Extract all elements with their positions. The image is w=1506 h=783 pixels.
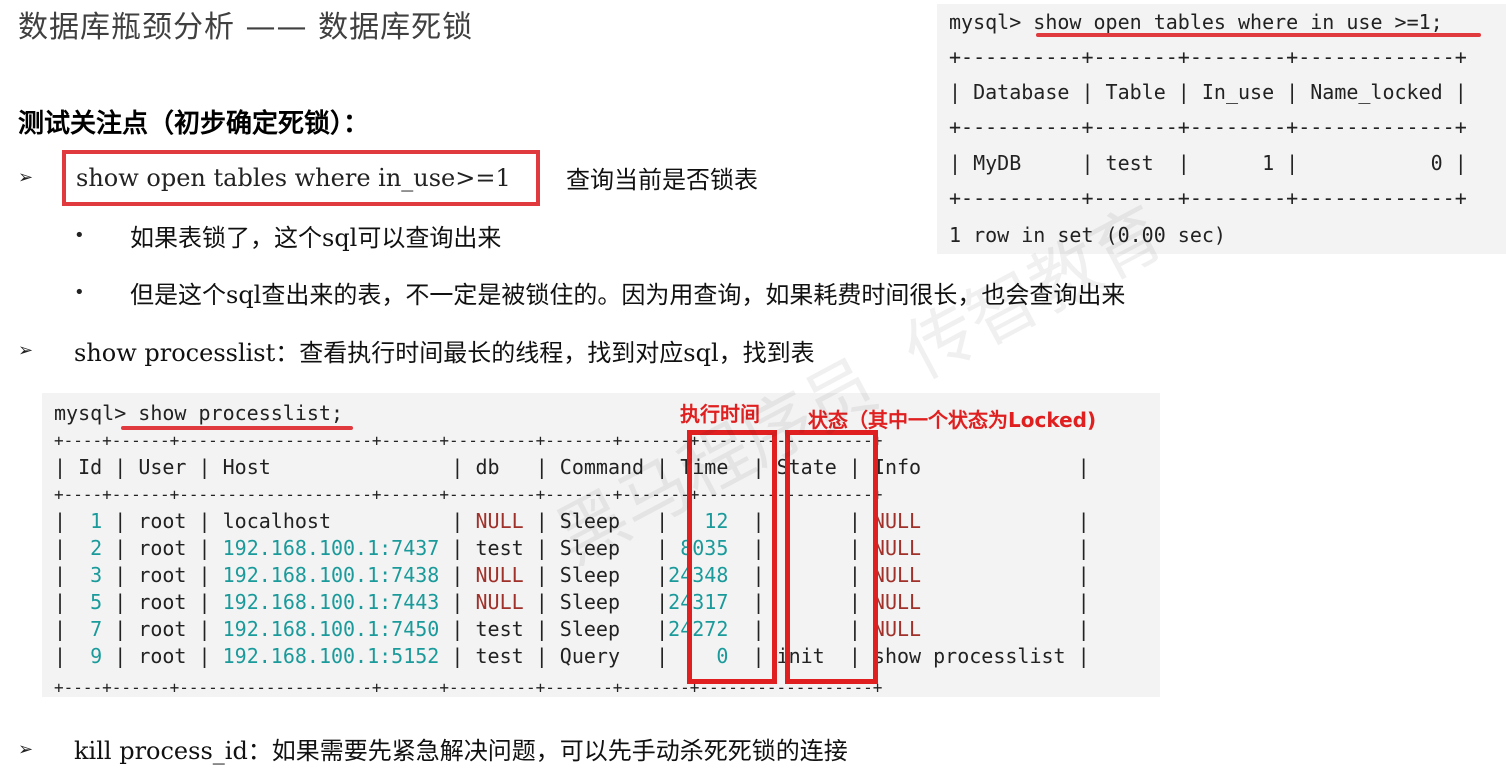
cell-info: NULL <box>872 590 1066 614</box>
cell-db: test <box>475 617 524 641</box>
col-host: Host <box>222 455 271 479</box>
terminal-processlist: mysql> show processlist; +----+------+--… <box>42 393 1160 697</box>
cell-db: NULL <box>475 590 524 614</box>
cell-info: NULL <box>872 509 1066 533</box>
table-border: +----------+-------+--------+-----------… <box>949 186 1467 210</box>
col-db: db <box>475 455 500 479</box>
dot-bullet: • <box>74 282 85 303</box>
col-user: User <box>138 455 187 479</box>
terminal-command: show processlist; <box>138 401 343 425</box>
cell-user: root <box>138 563 187 587</box>
table-row: | MyDB | test | 1 | 0 | <box>949 151 1467 175</box>
col-info: Info <box>872 455 922 479</box>
cell-host: localhost <box>222 509 440 533</box>
arrow-bullet: ➢ <box>18 167 34 188</box>
table-row: | 2 | root | 192.168.100.1:7437 | test |… <box>54 536 1090 560</box>
time-highlight-box <box>687 430 777 684</box>
cell-id: 3 <box>78 563 103 587</box>
cell-id: 9 <box>78 644 103 668</box>
cell-db: NULL <box>475 563 524 587</box>
table-border: +----------+-------+--------+-----------… <box>949 115 1467 139</box>
cell-command: Sleep <box>559 536 645 560</box>
cell-info: NULL <box>872 563 1066 587</box>
cell-user: root <box>138 590 187 614</box>
table-row: | 7 | root | 192.168.100.1:7450 | test |… <box>54 617 1090 641</box>
table-row: | 1 | root | localhost | NULL | Sleep | … <box>54 509 1090 533</box>
arrow-bullet: ➢ <box>18 739 34 760</box>
cell-db: test <box>475 536 524 560</box>
cell-host: 192.168.100.1:7443 <box>222 590 440 614</box>
cell-id: 7 <box>78 617 103 641</box>
arrow-bullet: ➢ <box>18 340 34 361</box>
col-command: Command <box>559 455 645 479</box>
terminal-open-tables: mysql> show open tables where in_use >=1… <box>937 4 1506 254</box>
cell-id: 2 <box>78 536 103 560</box>
table-row: | 9 | root | 192.168.100.1:5152 | test |… <box>54 644 1090 668</box>
cell-command: Sleep <box>559 590 645 614</box>
cell-user: root <box>138 617 187 641</box>
section-heading: 测试关注点（初步确定死锁）： <box>18 109 370 139</box>
cell-command: Sleep <box>559 617 645 641</box>
cell-db: NULL <box>475 509 524 533</box>
cell-command: Sleep <box>559 509 645 533</box>
page-title: 数据库瓶颈分析 —— 数据库死锁 <box>18 10 474 45</box>
cell-command: Query <box>559 644 645 668</box>
cell-host: 192.168.100.1:5152 <box>222 644 440 668</box>
table-header: | Database | Table | In_use | Name_locke… <box>949 80 1467 104</box>
highlighted-command: show open tables where in_use>=1 <box>62 150 540 206</box>
cell-info: NULL <box>872 617 1066 641</box>
cell-host: 192.168.100.1:7450 <box>222 617 440 641</box>
mysql-prompt: mysql> <box>54 401 127 425</box>
state-highlight-box <box>785 430 878 684</box>
cell-db: test <box>475 644 524 668</box>
command-description: 查询当前是否锁表 <box>566 166 758 194</box>
state-annotation: 状态（其中一个状态为Locked) <box>808 408 1097 432</box>
mysql-prompt: mysql> <box>949 10 1022 34</box>
cell-info: NULL <box>872 536 1066 560</box>
time-annotation: 执行时间 <box>680 402 760 426</box>
terminal-command: show open tables where in_use >=1; <box>1033 10 1443 34</box>
table-border: +----------+-------+--------+-----------… <box>949 45 1467 69</box>
cell-host: 192.168.100.1:7437 <box>222 536 440 560</box>
cell-id: 1 <box>78 509 103 533</box>
result-footer: 1 row in set (0.00 sec) <box>949 223 1226 247</box>
bullet-text: 但是这个sql查出来的表，不一定是被锁住的。因为用查询，如果耗费时间很长，也会查… <box>130 281 1126 309</box>
table-row: | 5 | root | 192.168.100.1:7443 | NULL |… <box>54 590 1090 614</box>
cell-user: root <box>138 536 187 560</box>
cell-command: Sleep <box>559 563 645 587</box>
cell-host: 192.168.100.1:7438 <box>222 563 440 587</box>
item-text: show processlist：查看执行时间最长的线程，找到对应sql，找到表 <box>74 339 815 367</box>
terminal-command-line: mysql> show open tables where in_use >=1… <box>949 10 1443 34</box>
command-underline <box>1036 33 1481 37</box>
cell-id: 5 <box>78 590 103 614</box>
item-text: kill process_id：如果需要先紧急解决问题，可以先手动杀死死锁的连接 <box>74 737 848 765</box>
command-underline <box>121 426 353 430</box>
cell-user: root <box>138 509 187 533</box>
cell-info: show processlist <box>872 644 1066 668</box>
dot-bullet: • <box>74 225 85 246</box>
terminal-command-line: mysql> show processlist; <box>54 401 343 425</box>
table-header: | Id | User | Host | db | Command | Time… <box>54 455 1090 479</box>
col-id: Id <box>78 455 103 479</box>
bullet-text: 如果表锁了，这个sql可以查询出来 <box>130 224 502 252</box>
cell-user: root <box>138 644 187 668</box>
table-row: | 3 | root | 192.168.100.1:7438 | NULL |… <box>54 563 1090 587</box>
